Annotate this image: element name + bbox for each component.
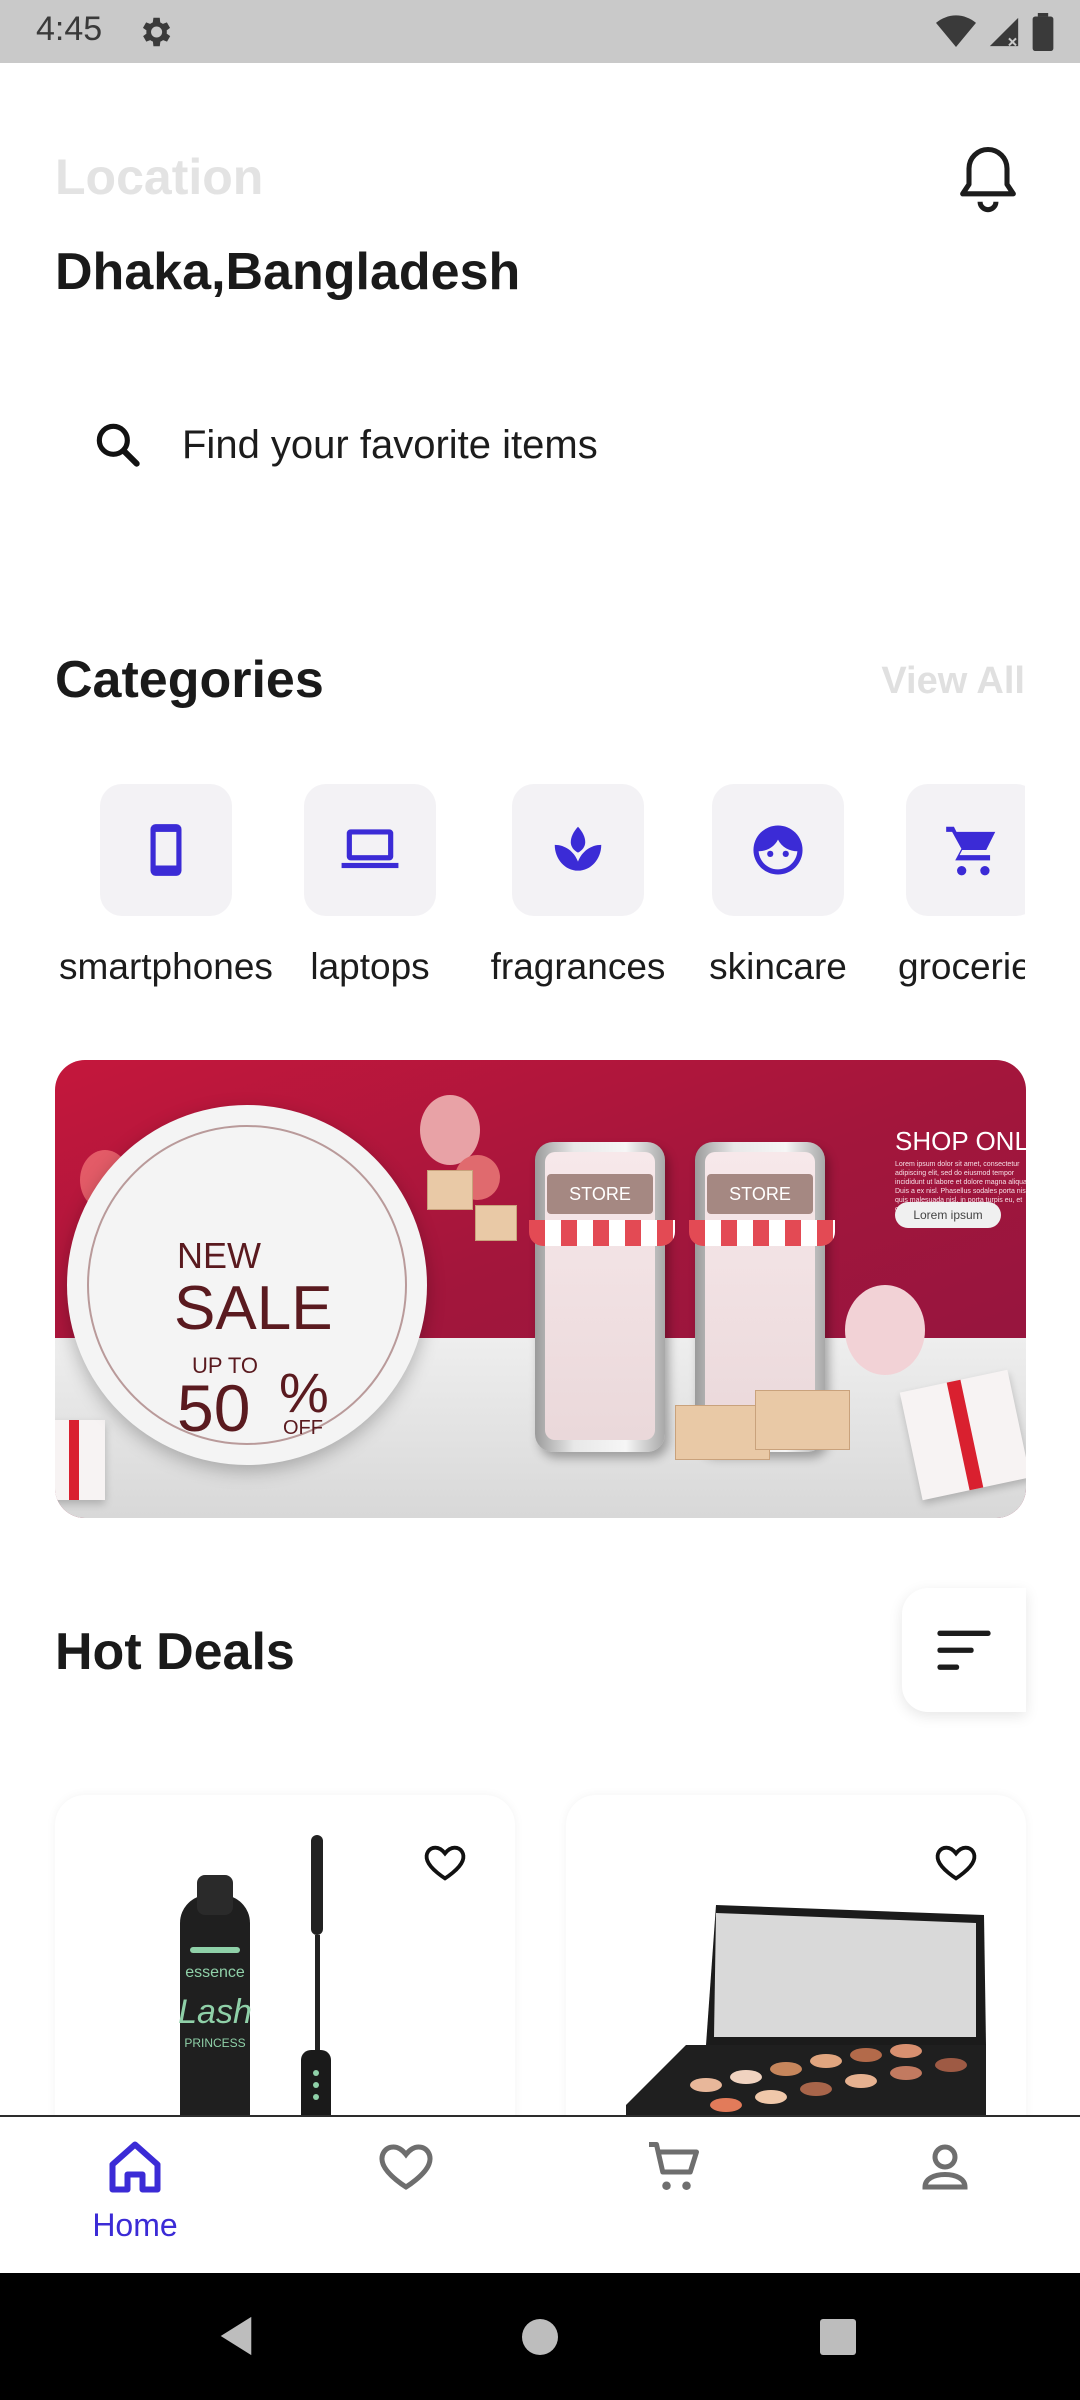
heart-icon [379,2144,433,2190]
category-label: groceries [898,946,1025,987]
nav-home-label: Home [92,2207,178,2243]
status-indicators [936,12,1054,52]
category-tile[interactable] [100,784,232,916]
home-circle-icon[interactable] [520,2317,560,2357]
nav-cart[interactable] [594,2137,754,2197]
system-navigation-bar [0,2273,1080,2400]
person-icon [922,2144,968,2190]
balloon-decoration [420,1095,480,1165]
category-label: skincare [709,946,847,987]
hot-deals-title: Hot Deals [55,1623,295,1681]
sort-filter-button[interactable] [902,1588,1026,1712]
balloon-decoration [845,1285,925,1375]
category-item-smartphones[interactable]: smartphones [55,784,277,988]
back-triangle-icon[interactable] [216,2315,256,2357]
battery-icon [1032,13,1054,51]
banner-cta-button[interactable]: Lorem ipsum [895,1202,1001,1228]
favorite-heart-icon[interactable] [933,1840,979,1886]
category-item-fragrances[interactable]: fragrances [488,784,668,988]
cart-icon [649,2142,699,2190]
badge-new-text: NEW [177,1235,261,1276]
view-all-link[interactable]: View All [881,660,1025,703]
mascara-subtext: PRINCESS [184,2036,245,2050]
shop-online-title: SHOP ONLINE [895,1126,1026,1156]
category-item-skincare[interactable]: skincare [706,784,850,988]
search-icon [96,423,140,467]
parcel-box [755,1390,850,1450]
search-input[interactable] [182,422,982,468]
promo-banner[interactable]: STORE STORE NEW SALE UP TO 50 % OFF SHOP… [55,1060,1026,1518]
spa-icon [554,826,602,871]
parcel-box [475,1205,517,1241]
parcel-box [427,1170,473,1210]
recents-square-icon[interactable] [818,2317,858,2357]
category-tile[interactable] [906,784,1025,916]
nav-home[interactable]: Home [55,2137,215,2244]
product-card[interactable] [566,1795,1026,2125]
product-card[interactable]: essence Lash PRINCESS [55,1795,515,2125]
product-image-eyeshadow-palette [626,1905,986,2125]
nav-favorites[interactable] [326,2137,486,2197]
badge-off-text: OFF [283,1417,323,1439]
search-bar[interactable] [55,390,1025,500]
gift-box [899,1369,1026,1501]
wifi-icon [936,15,976,48]
categories-title: Categories [55,651,324,709]
location-value[interactable]: Dhaka,Bangladesh [55,242,520,302]
face-icon [753,825,803,875]
cart-icon [946,826,996,876]
category-list[interactable]: smartphones laptops fragrances skincare … [55,784,1025,994]
notification-bell-icon[interactable] [950,140,1026,216]
store-sign: STORE [547,1174,653,1214]
signal-icon [989,17,1019,47]
store-awning [689,1220,835,1246]
category-item-groceries[interactable]: groceries [898,784,1025,988]
favorite-heart-icon[interactable] [422,1840,468,1886]
category-tile[interactable] [304,784,436,916]
smartphone-icon [150,824,182,876]
bottom-navigation: Home [0,2115,1080,2273]
product-image-mascara: essence Lash PRINCESS [178,1835,331,2125]
laptop-icon [341,829,399,869]
category-label: laptops [310,946,430,987]
sort-icon [937,1630,991,1670]
store-sign: STORE [707,1174,813,1214]
category-item-laptops[interactable]: laptops [304,784,436,988]
gift-box [55,1420,105,1500]
nav-profile[interactable] [865,2137,1025,2197]
category-tile[interactable] [512,784,644,916]
mascara-product-text: Lash [178,1993,252,2031]
phone-illustration: STORE [529,1142,675,1452]
badge-sale-text: SALE [174,1274,333,1343]
mascara-brand-text: essence [185,1964,245,1981]
badge-percent-text: % [279,1361,329,1424]
location-label: Location [55,149,264,205]
badge-value-text: 50 [177,1371,251,1445]
category-label: fragrances [490,946,666,987]
status-bar: 4:45 [0,0,1080,63]
status-time: 4:45 [36,10,103,48]
store-awning [529,1220,675,1246]
category-label: smartphones [59,946,273,987]
home-icon [109,2141,161,2193]
sale-badge: NEW SALE UP TO 50 % OFF [67,1105,427,1465]
phone-screen: STORE [529,1152,675,1440]
category-tile[interactable] [712,784,844,916]
settings-gear-icon [142,17,171,47]
